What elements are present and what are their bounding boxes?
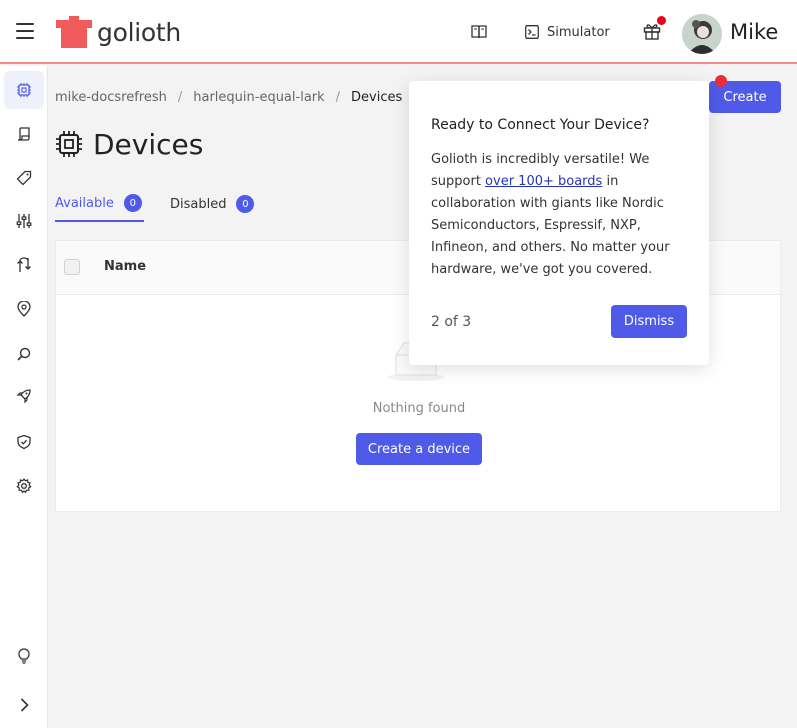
- sidebar-item-devices[interactable]: [4, 71, 44, 109]
- logo-mark-icon: [56, 16, 92, 48]
- logo-text: golioth: [97, 17, 181, 47]
- sidebar-item-location[interactable]: [4, 290, 44, 328]
- golioth-logo[interactable]: golioth: [56, 16, 181, 48]
- scroll-icon: [17, 127, 30, 141]
- chevron-right-icon: [20, 698, 29, 712]
- tab-label: Available: [55, 195, 114, 211]
- top-bar: golioth Simulator Mike: [0, 0, 797, 64]
- tab-disabled[interactable]: Disabled 0: [170, 186, 255, 222]
- count-badge: 0: [123, 194, 142, 212]
- page-title-text: Devices: [93, 127, 204, 161]
- count-badge: 0: [236, 195, 255, 213]
- terminal-icon: [525, 25, 539, 39]
- lightbulb-icon: [18, 648, 30, 664]
- sidebar-item-expand[interactable]: [4, 686, 44, 724]
- gift-icon[interactable]: [643, 22, 661, 40]
- popover-body-text: in collaboration with giants like Nordic…: [431, 174, 670, 277]
- shield-icon: [17, 434, 31, 450]
- breadcrumb-project[interactable]: harlequin-equal-lark: [193, 90, 324, 105]
- route-icon: [17, 257, 31, 272]
- tag-icon: [16, 170, 32, 186]
- tab-label: Disabled: [170, 196, 227, 212]
- notification-dot: [657, 16, 666, 25]
- popover-body: Golioth is incredibly versatile! We supp…: [431, 149, 693, 281]
- sidebar-item-tags[interactable]: [4, 159, 44, 197]
- sidebar-item-settings[interactable]: [4, 467, 44, 505]
- select-all-checkbox[interactable]: [64, 259, 80, 275]
- tour-beacon-dot[interactable]: [715, 75, 727, 87]
- sidebar-item-pipelines[interactable]: [4, 246, 44, 284]
- sliders-icon: [16, 214, 32, 228]
- sidebar-item-lightdb[interactable]: [4, 115, 44, 153]
- sidebar-item-deployments[interactable]: [4, 377, 44, 415]
- search-icon: [17, 347, 31, 361]
- onboarding-popover: Ready to Connect Your Device? Golioth is…: [409, 81, 709, 365]
- empty-state-text: Nothing found: [372, 401, 466, 416]
- sidebar-item-security[interactable]: [4, 423, 44, 461]
- dismiss-button[interactable]: Dismiss: [611, 305, 687, 338]
- breadcrumb-separator: /: [177, 90, 183, 105]
- popover-title: Ready to Connect Your Device?: [431, 117, 650, 133]
- page-title: Devices: [55, 126, 203, 162]
- avatar[interactable]: [682, 14, 722, 54]
- breadcrumb-org[interactable]: mike-docsrefresh: [55, 90, 167, 105]
- chip-icon: [17, 83, 31, 97]
- pin-icon: [17, 301, 31, 317]
- book-icon[interactable]: [471, 25, 487, 39]
- sidebar-item-tips[interactable]: [4, 637, 44, 675]
- gear-icon: [16, 478, 32, 494]
- menu-icon[interactable]: [16, 23, 34, 39]
- avatar-image: [682, 14, 722, 54]
- tab-available[interactable]: Available 0: [55, 186, 144, 222]
- sidebar-item-search[interactable]: [4, 335, 44, 373]
- simulator-button[interactable]: Simulator: [525, 22, 610, 42]
- user-name[interactable]: Mike: [730, 20, 778, 44]
- popover-step-counter: 2 of 3: [431, 314, 472, 330]
- boards-link[interactable]: over 100+ boards: [485, 174, 602, 189]
- sidebar-item-sliders[interactable]: [4, 202, 44, 240]
- chip-icon: [56, 131, 82, 157]
- rocket-icon: [16, 389, 31, 404]
- breadcrumb-current: Devices: [351, 90, 403, 105]
- simulator-label: Simulator: [547, 24, 610, 40]
- sidebar: [0, 66, 48, 728]
- column-header-name[interactable]: Name: [104, 259, 146, 274]
- breadcrumb: mike-docsrefresh / harlequin-equal-lark …: [55, 90, 402, 105]
- create-device-button[interactable]: Create a device: [356, 433, 482, 465]
- breadcrumb-separator: /: [335, 90, 341, 105]
